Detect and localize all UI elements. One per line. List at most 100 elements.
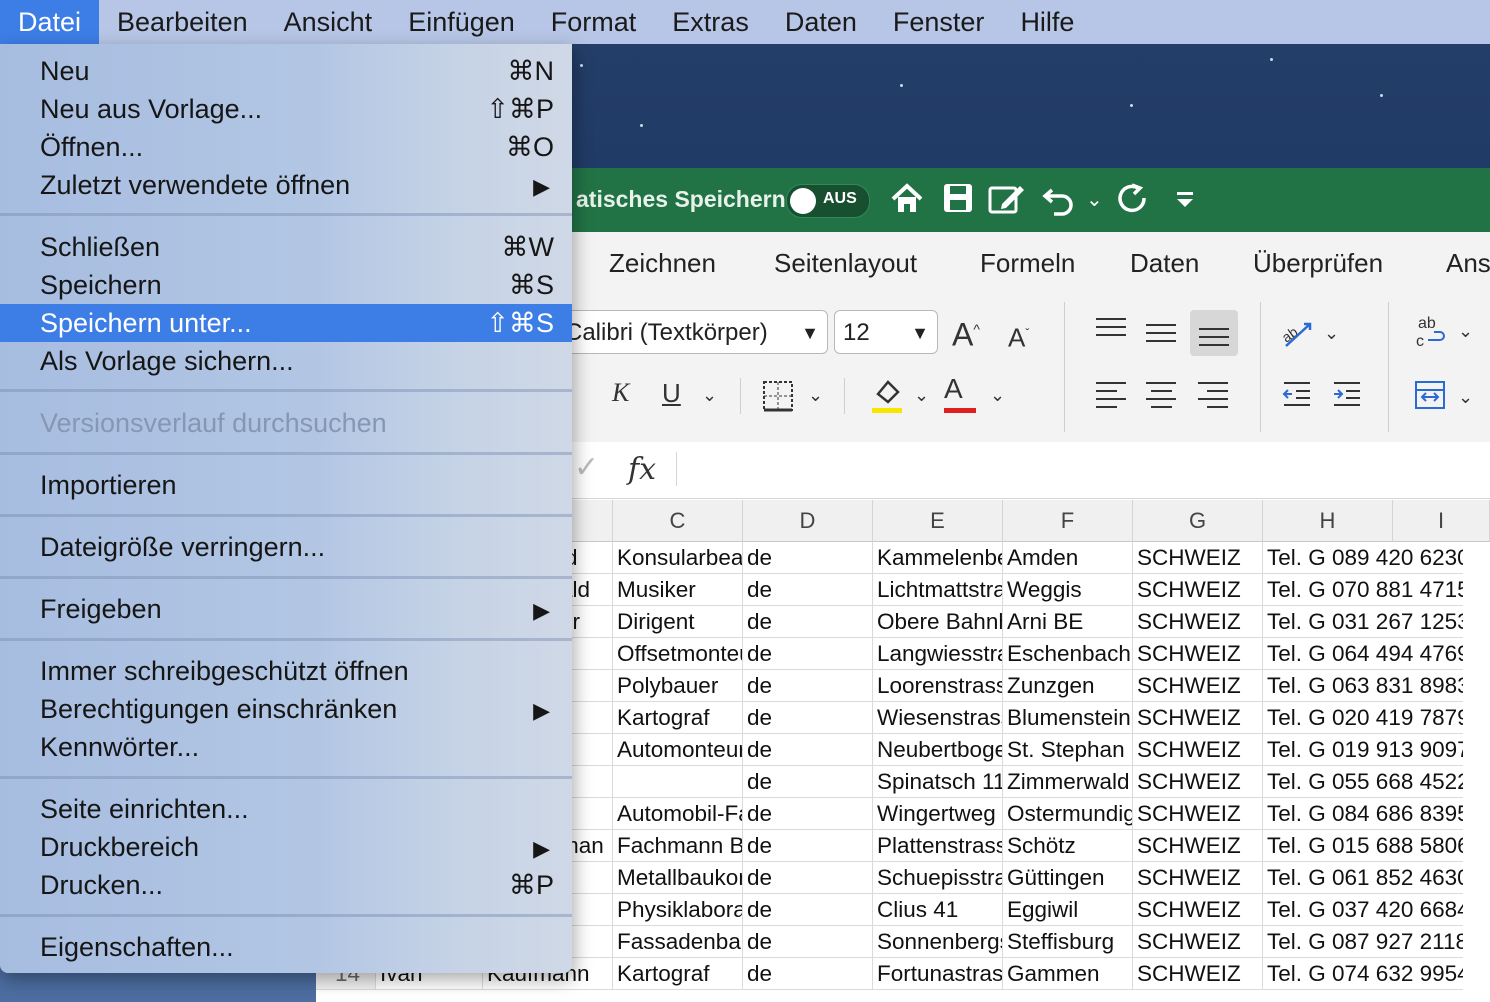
table-cell[interactable]: de: [743, 606, 873, 638]
decrease-indent-icon[interactable]: [1282, 380, 1312, 414]
customize-toolbar-icon[interactable]: [1174, 182, 1196, 221]
menu-item-eigenschaften[interactable]: Eigenschaften...: [0, 928, 572, 966]
table-cell[interactable]: Zunzgen: [1003, 670, 1133, 702]
table-cell[interactable]: SCHWEIZ: [1133, 670, 1263, 702]
table-cell[interactable]: Metallbaukonstrukteur: [613, 862, 743, 894]
menu-item-oeffnen[interactable]: Öffnen... ⌘O: [0, 128, 572, 166]
borders-chevron-icon[interactable]: ⌄: [808, 380, 823, 410]
font-size-select[interactable]: 12 ▼: [834, 310, 938, 354]
table-cell[interactable]: SCHWEIZ: [1133, 734, 1263, 766]
menu-item-neu-aus-vorlage[interactable]: Neu aus Vorlage... ⇧⌘P: [0, 90, 572, 128]
table-cell[interactable]: Neubertbogen: [873, 734, 1003, 766]
table-cell[interactable]: Ostermundigen: [1003, 798, 1133, 830]
table-cell[interactable]: Weggis: [1003, 574, 1133, 606]
menubar-datei[interactable]: Datei: [0, 0, 100, 44]
table-cell[interactable]: de: [743, 798, 873, 830]
table-cell[interactable]: Blumenstein: [1003, 702, 1133, 734]
table-cell[interactable]: SCHWEIZ: [1133, 702, 1263, 734]
undo-dropdown-chevron-icon[interactable]: ⌄: [1086, 182, 1103, 218]
table-cell[interactable]: Loorenstrasse: [873, 670, 1003, 702]
table-cell[interactable]: Tel. G 020 419 7879: [1263, 702, 1463, 734]
menu-item-importieren[interactable]: Importieren: [0, 466, 572, 504]
table-cell[interactable]: Automonteur: [613, 734, 743, 766]
fill-color-icon[interactable]: [870, 376, 904, 420]
menu-item-kennwoerter[interactable]: Kennwörter...: [0, 728, 572, 766]
increase-indent-icon[interactable]: [1332, 380, 1362, 414]
menubar-daten[interactable]: Daten: [767, 0, 875, 44]
underline-button[interactable]: U: [662, 378, 681, 408]
table-cell[interactable]: Tel. G 070 881 4715: [1263, 574, 1463, 606]
decrease-font-size-icon[interactable]: Aˇ: [1008, 318, 1029, 353]
merge-cells-chevron-icon[interactable]: ⌄: [1458, 382, 1473, 412]
table-cell[interactable]: Konsularbeamter: [613, 542, 743, 574]
align-top-icon[interactable]: [1096, 318, 1126, 342]
table-cell[interactable]: SCHWEIZ: [1133, 894, 1263, 926]
table-cell[interactable]: Schötz: [1003, 830, 1133, 862]
save-icon[interactable]: [942, 182, 974, 221]
table-cell[interactable]: Fachmann Betreuung: [613, 830, 743, 862]
table-cell[interactable]: Tel. G 055 668 4522: [1263, 766, 1463, 798]
table-cell[interactable]: Plattenstrasse: [873, 830, 1003, 862]
font-color-icon[interactable]: A: [944, 374, 976, 413]
table-cell[interactable]: Tel. G 084 686 8395: [1263, 798, 1463, 830]
insert-function-button[interactable]: fx: [628, 452, 656, 487]
menubar-format[interactable]: Format: [533, 0, 655, 44]
table-cell[interactable]: SCHWEIZ: [1133, 798, 1263, 830]
wrap-text-icon[interactable]: ab c: [1414, 312, 1448, 356]
table-cell[interactable]: Wiesenstrasse: [873, 702, 1003, 734]
table-cell[interactable]: Kartograf: [613, 702, 743, 734]
italic-button[interactable]: K: [612, 378, 629, 408]
table-cell[interactable]: Langwiesstrasse: [873, 638, 1003, 670]
table-cell[interactable]: Tel. G 089 420 6230: [1263, 542, 1463, 574]
menubar-hilfe[interactable]: Hilfe: [1002, 0, 1092, 44]
table-cell[interactable]: SCHWEIZ: [1133, 638, 1263, 670]
table-cell[interactable]: Tel. G 037 420 6684: [1263, 894, 1463, 926]
menubar-extras[interactable]: Extras: [654, 0, 767, 44]
align-right-icon[interactable]: [1198, 382, 1228, 408]
undo-icon[interactable]: [1042, 182, 1076, 223]
table-cell[interactable]: de: [743, 958, 873, 990]
table-cell[interactable]: de: [743, 574, 873, 606]
wrap-text-chevron-icon[interactable]: ⌄: [1458, 316, 1473, 346]
menu-item-freigeben[interactable]: Freigeben ▶: [0, 590, 572, 628]
table-cell[interactable]: SCHWEIZ: [1133, 926, 1263, 958]
table-cell[interactable]: de: [743, 830, 873, 862]
column-header-f[interactable]: F: [1003, 500, 1133, 542]
table-cell[interactable]: de: [743, 670, 873, 702]
table-cell[interactable]: SCHWEIZ: [1133, 766, 1263, 798]
table-cell[interactable]: Schuepisstrasse: [873, 862, 1003, 894]
table-cell[interactable]: Zimmerwald: [1003, 766, 1133, 798]
menu-item-speichern-unter[interactable]: Speichern unter... ⇧⌘S: [0, 304, 572, 342]
table-cell[interactable]: Obere Bahnhofstrasse: [873, 606, 1003, 638]
tab-zeichnen[interactable]: Zeichnen: [609, 248, 716, 279]
redo-icon[interactable]: [1116, 182, 1150, 223]
menu-item-dateigroesse-verringern[interactable]: Dateigröße verringern...: [0, 528, 572, 566]
table-cell[interactable]: SCHWEIZ: [1133, 574, 1263, 606]
menu-item-drucken[interactable]: Drucken... ⌘P: [0, 866, 572, 904]
table-cell[interactable]: Kammelenberg: [873, 542, 1003, 574]
table-cell[interactable]: Fassadenbauer: [613, 926, 743, 958]
table-cell[interactable]: Tel. G 019 913 9097: [1263, 734, 1463, 766]
table-cell[interactable]: de: [743, 894, 873, 926]
table-cell[interactable]: Arni BE: [1003, 606, 1133, 638]
column-header-i[interactable]: I: [1393, 500, 1490, 542]
tab-ansicht[interactable]: Ans: [1446, 248, 1490, 279]
fill-color-chevron-icon[interactable]: ⌄: [914, 380, 929, 410]
table-cell[interactable]: de: [743, 702, 873, 734]
table-cell[interactable]: SCHWEIZ: [1133, 542, 1263, 574]
menu-item-seite-einrichten[interactable]: Seite einrichten...: [0, 790, 572, 828]
table-cell[interactable]: SCHWEIZ: [1133, 830, 1263, 862]
menu-item-druckbereich[interactable]: Druckbereich ▶: [0, 828, 572, 866]
table-cell[interactable]: Tel. G 087 927 2118: [1263, 926, 1463, 958]
autosave-toggle[interactable]: AUS: [786, 184, 870, 218]
align-middle-icon[interactable]: [1146, 324, 1176, 348]
menu-item-neu[interactable]: Neu ⌘N: [0, 52, 572, 90]
table-cell[interactable]: de: [743, 638, 873, 670]
align-center-icon[interactable]: [1146, 382, 1176, 408]
edit-document-icon[interactable]: [988, 182, 1026, 223]
menu-item-schliessen[interactable]: Schließen ⌘W: [0, 228, 572, 266]
table-cell[interactable]: Steffisburg: [1003, 926, 1133, 958]
menubar-einfuegen[interactable]: Einfügen: [390, 0, 533, 44]
menu-item-berechtigungen[interactable]: Berechtigungen einschränken ▶: [0, 690, 572, 728]
table-cell[interactable]: Tel. G 064 494 4769: [1263, 638, 1463, 670]
